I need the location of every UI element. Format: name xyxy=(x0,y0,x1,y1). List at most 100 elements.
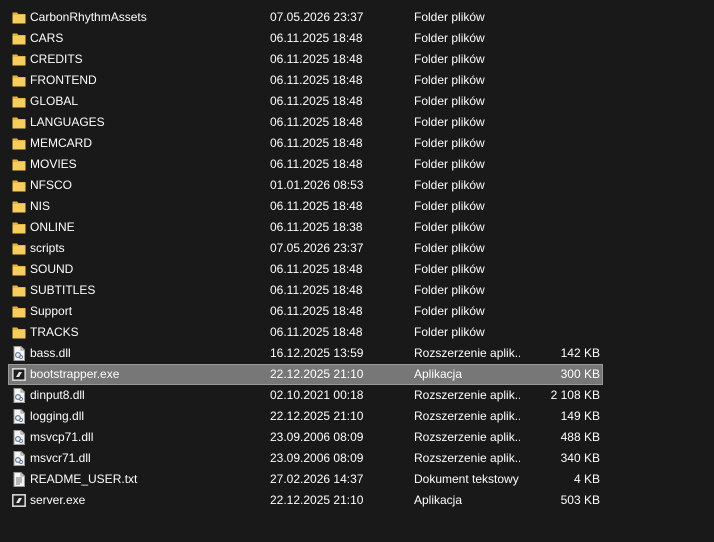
file-type: Folder plików xyxy=(414,241,485,255)
file-row[interactable]: server.exe 22.12.2025 21:10 Aplikacja 503 K… xyxy=(0,490,714,511)
file-name: TRACKS xyxy=(30,325,79,339)
file-row[interactable]: CarbonRhythmAssets 07.05.2026 23:37 Folder… xyxy=(0,7,714,28)
file-name: NFSCO xyxy=(30,178,72,192)
file-row[interactable]: LANGUAGES 06.11.2025 18:48 Folder plików xyxy=(0,112,714,133)
file-date-modified: 06.11.2025 18:48 xyxy=(270,73,363,87)
file-type: Aplikacja xyxy=(414,367,463,381)
file-size: 300 KB xyxy=(560,367,600,381)
file-row[interactable]: README_USER.txt 27.02.2026 14:37 Dokument … xyxy=(0,469,714,490)
file-date-modified: 06.11.2025 18:48 xyxy=(270,52,363,66)
folder-icon xyxy=(12,73,26,88)
file-row[interactable]: MOVIES 06.11.2025 18:48 Folder plików xyxy=(0,154,714,175)
file-row[interactable]: CARS 06.11.2025 18:48 Folder plików xyxy=(0,28,714,49)
file-type: Folder plików xyxy=(414,283,485,297)
file-date-modified: 06.11.2025 18:48 xyxy=(270,115,363,129)
folder-icon xyxy=(12,304,26,319)
file-row[interactable]: GLOBAL 06.11.2025 18:48 Folder plików xyxy=(0,91,714,112)
file-row[interactable]: bass.dll 16.12.2025 13:59 Rozszerzenie apl… xyxy=(0,343,714,364)
file-type: Rozszerzenie aplik... xyxy=(414,388,520,402)
folder-icon xyxy=(12,178,26,193)
file-row[interactable]: msvcp71.dll 23.09.2006 08:09 Rozszerzenie … xyxy=(0,427,714,448)
file-date-modified: 06.11.2025 18:48 xyxy=(270,262,363,276)
file-row[interactable]: SUBTITLES 06.11.2025 18:48 Folder plików xyxy=(0,280,714,301)
file-name: NIS xyxy=(30,199,51,213)
file-date-modified: 23.09.2006 08:09 xyxy=(270,451,364,465)
file-name: logging.dll xyxy=(30,409,85,423)
folder-icon xyxy=(12,136,26,151)
file-row[interactable]: scripts 07.05.2026 23:37 Folder plików xyxy=(0,238,714,259)
file-row[interactable]: Support 06.11.2025 18:48 Folder plików xyxy=(0,301,714,322)
folder-icon xyxy=(12,241,26,256)
folder-icon xyxy=(12,31,26,46)
dll-file-icon xyxy=(12,388,26,403)
file-date-modified: 07.05.2026 23:37 xyxy=(270,241,364,255)
file-size: 142 KB xyxy=(560,346,600,360)
file-name: CREDITS xyxy=(30,52,83,66)
file-name: dinput8.dll xyxy=(30,388,85,402)
file-row[interactable]: MEMCARD 06.11.2025 18:48 Folder plików xyxy=(0,133,714,154)
file-date-modified: 06.11.2025 18:48 xyxy=(270,325,363,339)
file-size: 503 KB xyxy=(560,493,600,507)
file-row[interactable]: CREDITS 06.11.2025 18:48 Folder plików xyxy=(0,49,714,70)
file-row[interactable]: logging.dll 22.12.2025 21:10 Rozszerzenie … xyxy=(0,406,714,427)
file-name: msvcp71.dll xyxy=(30,430,94,444)
file-name: bass.dll xyxy=(30,346,71,360)
file-type: Folder plików xyxy=(414,262,485,276)
file-name: MEMCARD xyxy=(30,136,92,150)
file-type: Folder plików xyxy=(414,304,485,318)
file-type: Rozszerzenie aplik... xyxy=(414,409,520,423)
file-name: Support xyxy=(30,304,73,318)
file-name: ONLINE xyxy=(30,220,75,234)
file-type: Folder plików xyxy=(414,10,485,24)
file-name: README_USER.txt xyxy=(30,472,138,486)
file-row[interactable]: msvcr71.dll 23.09.2006 08:09 Rozszerzenie … xyxy=(0,448,714,469)
file-name: msvcr71.dll xyxy=(30,451,91,465)
dll-file-icon xyxy=(12,451,26,466)
file-row[interactable]: NFSCO 01.01.2026 08:53 Folder plików xyxy=(0,175,714,196)
file-date-modified: 06.11.2025 18:48 xyxy=(270,304,363,318)
file-list: CarbonRhythmAssets 07.05.2026 23:37 Folder… xyxy=(0,7,714,511)
file-type: Folder plików xyxy=(414,136,485,150)
folder-icon xyxy=(12,52,26,67)
folder-icon xyxy=(12,10,26,25)
file-type: Folder plików xyxy=(414,220,485,234)
file-name: SOUND xyxy=(30,262,74,276)
file-row[interactable]: NIS 06.11.2025 18:48 Folder plików xyxy=(0,196,714,217)
file-row[interactable]: SOUND 06.11.2025 18:48 Folder plików xyxy=(0,259,714,280)
file-name: FRONTEND xyxy=(30,73,97,87)
file-size: 340 KB xyxy=(560,451,600,465)
file-row[interactable]: TRACKS 06.11.2025 18:48 Folder plików xyxy=(0,322,714,343)
file-name: MOVIES xyxy=(30,157,77,171)
folder-icon xyxy=(12,325,26,340)
file-type: Folder plików xyxy=(414,157,485,171)
file-name: scripts xyxy=(30,241,65,255)
file-type: Folder plików xyxy=(414,94,485,108)
file-type: Folder plików xyxy=(414,52,485,66)
file-size: 488 KB xyxy=(560,430,600,444)
file-date-modified: 06.11.2025 18:48 xyxy=(270,136,363,150)
file-row[interactable]: dinput8.dll 02.10.2021 00:18 Rozszerzenie … xyxy=(0,385,714,406)
file-size: 2 108 KB xyxy=(550,388,600,402)
folder-icon xyxy=(12,94,26,109)
folder-icon xyxy=(12,220,26,235)
file-name: LANGUAGES xyxy=(30,115,105,129)
file-date-modified: 23.09.2006 08:09 xyxy=(270,430,364,444)
file-row[interactable]: ONLINE 06.11.2025 18:38 Folder plików xyxy=(0,217,714,238)
file-name: SUBTITLES xyxy=(30,283,96,297)
file-date-modified: 22.12.2025 21:10 xyxy=(270,409,364,423)
exe-app-icon xyxy=(12,367,26,382)
file-date-modified: 22.12.2025 21:10 xyxy=(270,493,364,507)
file-date-modified: 06.11.2025 18:48 xyxy=(270,283,363,297)
file-type: Aplikacja xyxy=(414,493,463,507)
exe-app-icon xyxy=(12,493,26,508)
file-date-modified: 01.01.2026 08:53 xyxy=(270,178,364,192)
file-type: Folder plików xyxy=(414,73,485,87)
file-row[interactable]: bootstrapper.exe 22.12.2025 21:10 Aplikacj… xyxy=(0,364,714,385)
file-date-modified: 06.11.2025 18:48 xyxy=(270,31,363,45)
file-row[interactable]: FRONTEND 06.11.2025 18:48 Folder plików xyxy=(0,70,714,91)
file-type: Folder plików xyxy=(414,115,485,129)
file-type: Folder plików xyxy=(414,325,485,339)
file-name: bootstrapper.exe xyxy=(30,367,120,381)
file-name: GLOBAL xyxy=(30,94,79,108)
file-date-modified: 06.11.2025 18:48 xyxy=(270,94,363,108)
